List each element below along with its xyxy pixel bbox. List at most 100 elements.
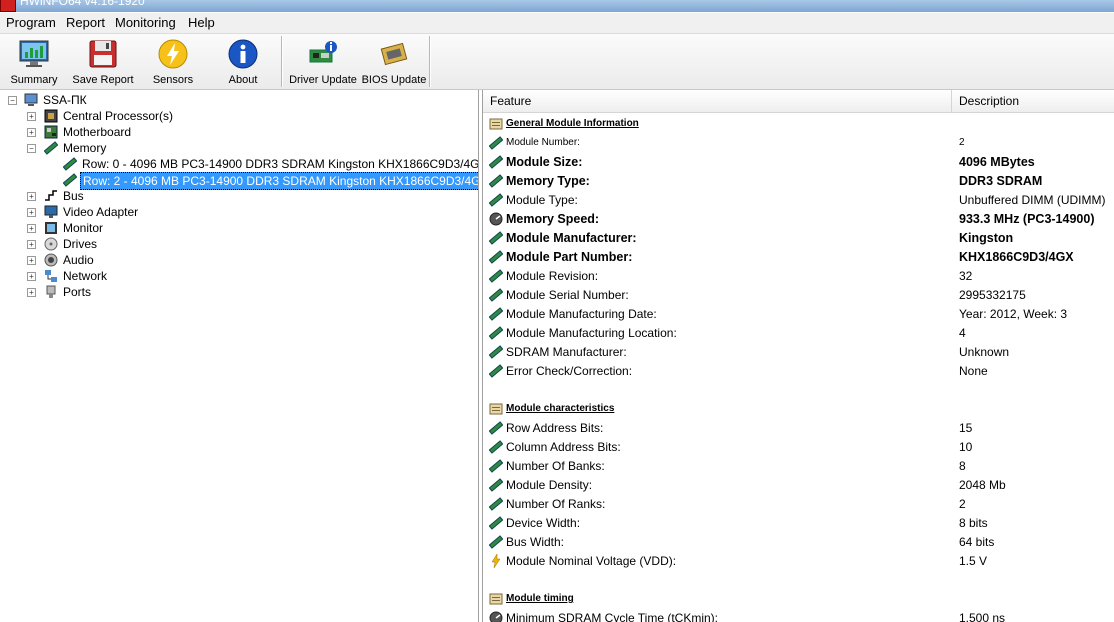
section-header-row[interactable]: General Module Information: [483, 114, 1114, 133]
detail-row[interactable]: Column Address Bits: 10: [483, 437, 1114, 456]
tree-node-network[interactable]: + Network: [0, 268, 470, 284]
tree-node-ports[interactable]: + Ports: [0, 284, 470, 300]
toolbar: Summary Save Report Sensors About Driver…: [0, 34, 1114, 90]
detail-row[interactable]: Device Width: 8 bits: [483, 513, 1114, 532]
save-report-button[interactable]: Save Report: [72, 34, 134, 89]
section-header-row[interactable]: Module characteristics: [483, 399, 1114, 418]
feature-value: 64 bits: [959, 535, 995, 549]
detail-row[interactable]: Bus Width: 64 bits: [483, 532, 1114, 551]
detail-row[interactable]: SDRAM Manufacturer: Unknown: [483, 342, 1114, 361]
section-header-row[interactable]: Module timing: [483, 589, 1114, 608]
feature-value: 2048 Mb: [959, 478, 1006, 492]
details-panel[interactable]: Feature Description General Module Infor…: [482, 90, 1114, 622]
ram-icon: [488, 345, 504, 359]
collapse-icon[interactable]: −: [27, 144, 36, 153]
detail-row[interactable]: Module Manufacturing Date: Year: 2012, We…: [483, 304, 1114, 323]
tree-node-audio[interactable]: + Audio: [0, 252, 470, 268]
driver-update-button[interactable]: Driver Update: [289, 34, 357, 89]
column-header-description[interactable]: Description: [959, 94, 1019, 108]
sensors-button[interactable]: Sensors: [146, 34, 200, 89]
drive-icon: [44, 237, 58, 251]
feature-label: Module Manufacturer:: [506, 231, 637, 245]
menu-help[interactable]: Help: [188, 15, 215, 30]
detail-row[interactable]: Memory Speed: 933.3 MHz (PC3-14900): [483, 209, 1114, 228]
ram-icon: [488, 136, 504, 150]
detail-row[interactable]: Minimum SDRAM Cycle Time (tCKmin): 1.500 …: [483, 608, 1114, 622]
about-button[interactable]: About: [217, 34, 269, 89]
driver-update-label: Driver Update: [289, 74, 357, 86]
feature-value: Year: 2012, Week: 3: [959, 307, 1068, 321]
ram-icon: [488, 231, 504, 245]
expand-icon[interactable]: +: [27, 128, 36, 137]
expand-icon[interactable]: +: [27, 192, 36, 201]
expand-icon[interactable]: +: [27, 272, 36, 281]
feature-label: Module Type:: [506, 193, 578, 207]
app-icon: [0, 0, 16, 12]
summary-button[interactable]: Summary: [6, 34, 62, 89]
tree-node-motherboard[interactable]: + Motherboard: [0, 124, 470, 140]
ram-icon: [488, 269, 504, 283]
lightning-icon: [158, 39, 188, 69]
gauge-icon: [489, 611, 503, 622]
feature-label: Module Revision:: [506, 269, 599, 283]
sensors-label: Sensors: [152, 74, 194, 86]
detail-row[interactable]: Module Number: 2: [483, 133, 1114, 152]
tree-node-memory[interactable]: − Memory: [0, 140, 470, 156]
ram-icon: [488, 288, 504, 302]
detail-row[interactable]: Memory Type: DDR3 SDRAM: [483, 171, 1114, 190]
tree-node-video[interactable]: + Video Adapter: [0, 204, 470, 220]
detail-row[interactable]: Module Manufacturing Location: 4: [483, 323, 1114, 342]
detail-row[interactable]: Module Type: Unbuffered DIMM (UDIMM): [483, 190, 1114, 209]
feature-label: Module Manufacturing Date:: [506, 307, 657, 321]
detail-row[interactable]: Number Of Ranks: 2: [483, 494, 1114, 513]
detail-row[interactable]: Module Part Number: KHX1866C9D3/4GX: [483, 247, 1114, 266]
expand-icon[interactable]: +: [27, 240, 36, 249]
expand-icon[interactable]: +: [27, 256, 36, 265]
detail-row[interactable]: Number Of Banks: 8: [483, 456, 1114, 475]
title-bar: HWiNFO64 v4.16-1920: [0, 0, 1114, 12]
menu-monitoring[interactable]: Monitoring: [115, 15, 176, 30]
info-icon: [228, 39, 258, 69]
menu-report[interactable]: Report: [66, 15, 105, 30]
feature-label: Module Serial Number:: [506, 288, 629, 302]
column-divider[interactable]: [951, 90, 952, 112]
speaker-icon: [44, 253, 58, 267]
tree-node-bus[interactable]: + Bus: [0, 188, 470, 204]
detail-row[interactable]: Module Manufacturer: Kingston: [483, 228, 1114, 247]
network-icon: [45, 270, 57, 282]
tree-node-mem-row0[interactable]: Row: 0 - 4096 MB PC3-14900 DDR3 SDRAM Ki…: [0, 156, 478, 172]
menu-program[interactable]: Program: [6, 15, 56, 30]
feature-label: Memory Type:: [506, 174, 590, 188]
driver-chip-icon: [309, 41, 337, 63]
tree-node-cpu[interactable]: + Central Processor(s): [0, 108, 470, 124]
detail-row[interactable]: Module Revision: 32: [483, 266, 1114, 285]
detail-row[interactable]: Error Check/Correction: None: [483, 361, 1114, 380]
detail-row[interactable]: Module Nominal Voltage (VDD): 1.5 V: [483, 551, 1114, 570]
tree-node-root[interactable]: − SSA-ПК: [0, 92, 470, 108]
expand-icon[interactable]: +: [27, 224, 36, 233]
detail-row[interactable]: Module Serial Number: 2995332175: [483, 285, 1114, 304]
feature-label: Module Nominal Voltage (VDD):: [506, 554, 677, 568]
detail-row[interactable]: Module Density: 2048 Mb: [483, 475, 1114, 494]
expand-icon[interactable]: +: [27, 288, 36, 297]
device-tree[interactable]: − SSA-ПК + Central Processor(s) + Mother…: [0, 90, 479, 622]
details-header: Feature Description: [483, 90, 1114, 113]
detail-row[interactable]: Module Size: 4096 MBytes: [483, 152, 1114, 171]
collapse-icon[interactable]: −: [8, 96, 17, 105]
ram-icon: [488, 421, 504, 435]
bios-update-label: BIOS Update: [361, 74, 427, 86]
ram-icon: [488, 440, 504, 454]
expand-icon[interactable]: +: [27, 112, 36, 121]
gauge-icon: [489, 212, 503, 226]
tree-node-label: Video Adapter: [63, 205, 139, 219]
tree-node-monitor[interactable]: + Monitor: [0, 220, 470, 236]
detail-row[interactable]: Row Address Bits: 15: [483, 418, 1114, 437]
tree-node-drives[interactable]: + Drives: [0, 236, 470, 252]
tree-node-mem-row2[interactable]: Row: 2 - 4096 MB PC3-14900 DDR3 SDRAM Ki…: [0, 172, 478, 190]
expand-icon[interactable]: +: [27, 208, 36, 217]
bios-update-button[interactable]: BIOS Update: [361, 34, 427, 89]
column-header-feature[interactable]: Feature: [490, 94, 531, 108]
feature-value: None: [959, 364, 988, 378]
feature-label: Row Address Bits:: [506, 421, 604, 435]
feature-value: 4096 MBytes: [959, 155, 1035, 169]
